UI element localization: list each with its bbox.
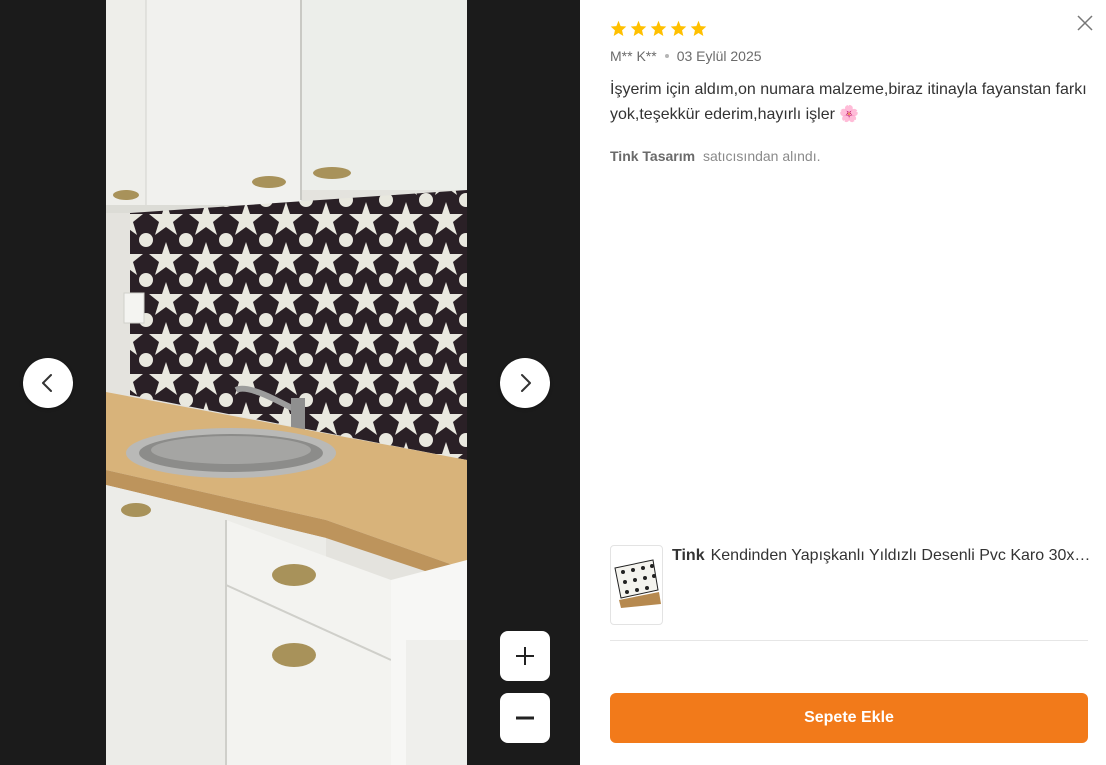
plus-icon [516, 647, 534, 665]
star-icon [610, 20, 627, 37]
zoom-out-button[interactable] [500, 693, 550, 743]
minus-icon [516, 716, 534, 720]
close-icon [1077, 15, 1093, 31]
image-viewer [0, 0, 580, 765]
star-icon [630, 20, 647, 37]
seller-suffix: satıcısından alındı. [702, 148, 821, 164]
product-name: Kendinden Yapışkanlı Yıldızlı Desenli Pv… [710, 547, 1094, 564]
chevron-right-icon [521, 374, 531, 392]
review-detail-panel: M** K** 03 Eylül 2025 İşyerim için aldım… [580, 0, 1106, 765]
star-icon [690, 20, 707, 37]
close-button[interactable] [1074, 12, 1096, 34]
product-thumbnail[interactable] [610, 545, 663, 625]
seller-info: Tink Tasarım satıcısından alındı. [610, 148, 821, 164]
divider [610, 640, 1088, 641]
review-author: M** K** [610, 48, 657, 64]
review-text: İşyerim için aldım,on numara malzeme,bir… [610, 81, 1087, 123]
chevron-left-icon [42, 374, 52, 392]
next-image-button[interactable] [500, 358, 550, 408]
product-card[interactable]: Tink Kendinden Yapışkanlı Yıldızlı Desenl… [610, 545, 1094, 625]
review-date: 03 Eylül 2025 [676, 48, 762, 64]
separator-dot [664, 54, 669, 58]
zoom-in-button[interactable] [500, 631, 550, 681]
star-icon [670, 20, 687, 37]
previous-image-button[interactable] [23, 358, 73, 408]
seller-name: Tink Tasarım [610, 148, 696, 164]
review-meta: M** K** 03 Eylül 2025 [610, 48, 762, 64]
product-brand: Tink [672, 547, 705, 564]
product-title[interactable]: Tink Kendinden Yapışkanlı Yıldızlı Desenl… [672, 546, 1094, 566]
rating-stars [610, 20, 707, 37]
add-to-cart-button[interactable]: Sepete Ekle [610, 693, 1088, 743]
star-icon [650, 20, 667, 37]
review-photo [106, 0, 467, 765]
